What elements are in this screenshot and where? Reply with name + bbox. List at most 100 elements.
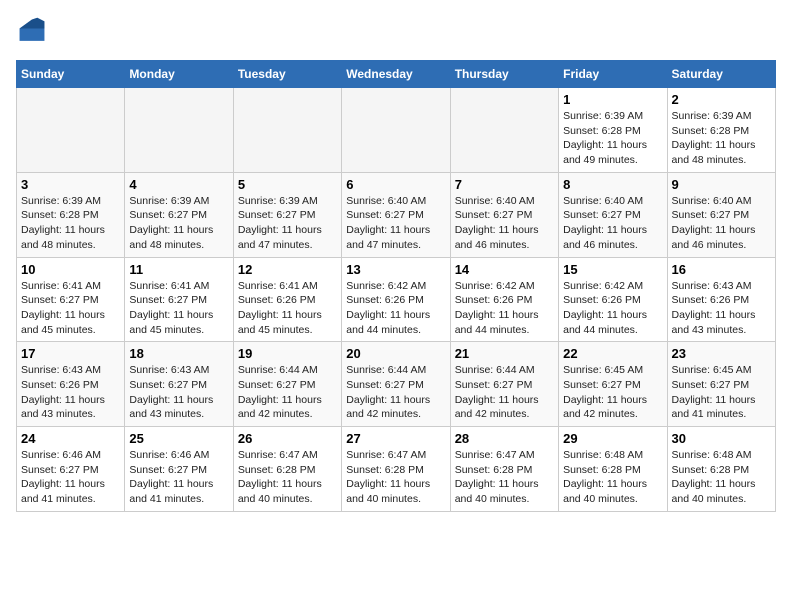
calendar-cell: 19 Sunrise: 6:44 AM Sunset: 6:27 PM Dayli… [233, 342, 341, 427]
calendar-cell: 8 Sunrise: 6:40 AM Sunset: 6:27 PM Daylig… [559, 172, 667, 257]
calendar-cell [342, 88, 450, 173]
calendar-cell: 10 Sunrise: 6:41 AM Sunset: 6:27 PM Dayli… [17, 257, 125, 342]
col-header-tuesday: Tuesday [233, 61, 341, 88]
day-info: Sunrise: 6:47 AM Sunset: 6:28 PM Dayligh… [238, 448, 337, 507]
calendar-cell: 7 Sunrise: 6:40 AM Sunset: 6:27 PM Daylig… [450, 172, 558, 257]
day-number: 29 [563, 431, 662, 446]
day-number: 22 [563, 346, 662, 361]
day-info: Sunrise: 6:42 AM Sunset: 6:26 PM Dayligh… [346, 279, 445, 338]
calendar-cell: 29 Sunrise: 6:48 AM Sunset: 6:28 PM Dayli… [559, 427, 667, 512]
day-number: 15 [563, 262, 662, 277]
day-info: Sunrise: 6:46 AM Sunset: 6:27 PM Dayligh… [129, 448, 228, 507]
calendar-table: SundayMondayTuesdayWednesdayThursdayFrid… [16, 60, 776, 512]
calendar-cell: 5 Sunrise: 6:39 AM Sunset: 6:27 PM Daylig… [233, 172, 341, 257]
day-info: Sunrise: 6:45 AM Sunset: 6:27 PM Dayligh… [563, 363, 662, 422]
day-number: 8 [563, 177, 662, 192]
day-number: 11 [129, 262, 228, 277]
day-info: Sunrise: 6:46 AM Sunset: 6:27 PM Dayligh… [21, 448, 120, 507]
calendar-cell: 20 Sunrise: 6:44 AM Sunset: 6:27 PM Dayli… [342, 342, 450, 427]
calendar-cell: 30 Sunrise: 6:48 AM Sunset: 6:28 PM Dayli… [667, 427, 775, 512]
day-number: 18 [129, 346, 228, 361]
calendar-cell [125, 88, 233, 173]
day-number: 12 [238, 262, 337, 277]
day-info: Sunrise: 6:39 AM Sunset: 6:27 PM Dayligh… [238, 194, 337, 253]
day-info: Sunrise: 6:44 AM Sunset: 6:27 PM Dayligh… [346, 363, 445, 422]
col-header-friday: Friday [559, 61, 667, 88]
day-number: 6 [346, 177, 445, 192]
day-info: Sunrise: 6:48 AM Sunset: 6:28 PM Dayligh… [563, 448, 662, 507]
day-info: Sunrise: 6:43 AM Sunset: 6:26 PM Dayligh… [672, 279, 771, 338]
calendar-cell: 1Sunrise: 6:39 AM Sunset: 6:28 PM Daylig… [559, 88, 667, 173]
calendar-cell [450, 88, 558, 173]
col-header-wednesday: Wednesday [342, 61, 450, 88]
day-number: 4 [129, 177, 228, 192]
day-info: Sunrise: 6:42 AM Sunset: 6:26 PM Dayligh… [563, 279, 662, 338]
calendar-cell: 28Sunrise: 6:47 AM Sunset: 6:28 PM Dayli… [450, 427, 558, 512]
day-number: 27 [346, 431, 445, 446]
day-number: 25 [129, 431, 228, 446]
logo [16, 16, 52, 48]
calendar-cell: 9 Sunrise: 6:40 AM Sunset: 6:27 PM Daylig… [667, 172, 775, 257]
day-info: Sunrise: 6:48 AM Sunset: 6:28 PM Dayligh… [672, 448, 771, 507]
calendar-cell: 3 Sunrise: 6:39 AM Sunset: 6:28 PM Daylig… [17, 172, 125, 257]
calendar-cell: 22 Sunrise: 6:45 AM Sunset: 6:27 PM Dayli… [559, 342, 667, 427]
day-info: Sunrise: 6:47 AM Sunset: 6:28 PM Dayligh… [455, 448, 554, 507]
day-number: 9 [672, 177, 771, 192]
day-number: 3 [21, 177, 120, 192]
day-number: 10 [21, 262, 120, 277]
calendar-cell: 12 Sunrise: 6:41 AM Sunset: 6:26 PM Dayli… [233, 257, 341, 342]
col-header-thursday: Thursday [450, 61, 558, 88]
day-info: Sunrise: 6:45 AM Sunset: 6:27 PM Dayligh… [672, 363, 771, 422]
day-info: Sunrise: 6:43 AM Sunset: 6:26 PM Dayligh… [21, 363, 120, 422]
day-info: Sunrise: 6:40 AM Sunset: 6:27 PM Dayligh… [563, 194, 662, 253]
calendar-cell: 6 Sunrise: 6:40 AM Sunset: 6:27 PM Daylig… [342, 172, 450, 257]
calendar-cell: 2 Sunrise: 6:39 AM Sunset: 6:28 PM Daylig… [667, 88, 775, 173]
day-number: 2 [672, 92, 771, 107]
day-info: Sunrise: 6:40 AM Sunset: 6:27 PM Dayligh… [455, 194, 554, 253]
day-info: Sunrise: 6:39 AM Sunset: 6:28 PM Dayligh… [672, 109, 771, 168]
col-header-monday: Monday [125, 61, 233, 88]
day-number: 14 [455, 262, 554, 277]
calendar-cell: 25 Sunrise: 6:46 AM Sunset: 6:27 PM Dayli… [125, 427, 233, 512]
calendar-cell: 16 Sunrise: 6:43 AM Sunset: 6:26 PM Dayli… [667, 257, 775, 342]
calendar-cell: 23 Sunrise: 6:45 AM Sunset: 6:27 PM Dayli… [667, 342, 775, 427]
day-info: Sunrise: 6:47 AM Sunset: 6:28 PM Dayligh… [346, 448, 445, 507]
day-number: 7 [455, 177, 554, 192]
day-info: Sunrise: 6:41 AM Sunset: 6:27 PM Dayligh… [21, 279, 120, 338]
calendar-cell: 21 Sunrise: 6:44 AM Sunset: 6:27 PM Dayli… [450, 342, 558, 427]
calendar-cell: 26 Sunrise: 6:47 AM Sunset: 6:28 PM Dayli… [233, 427, 341, 512]
calendar-cell: 24Sunrise: 6:46 AM Sunset: 6:27 PM Dayli… [17, 427, 125, 512]
day-info: Sunrise: 6:39 AM Sunset: 6:27 PM Dayligh… [129, 194, 228, 253]
day-number: 20 [346, 346, 445, 361]
calendar-cell [233, 88, 341, 173]
day-number: 5 [238, 177, 337, 192]
calendar-cell: 27 Sunrise: 6:47 AM Sunset: 6:28 PM Dayli… [342, 427, 450, 512]
calendar-cell: 14Sunrise: 6:42 AM Sunset: 6:26 PM Dayli… [450, 257, 558, 342]
calendar-cell: 17 Sunrise: 6:43 AM Sunset: 6:26 PM Dayli… [17, 342, 125, 427]
calendar-cell: 18 Sunrise: 6:43 AM Sunset: 6:27 PM Dayli… [125, 342, 233, 427]
day-number: 16 [672, 262, 771, 277]
day-number: 30 [672, 431, 771, 446]
day-info: Sunrise: 6:44 AM Sunset: 6:27 PM Dayligh… [238, 363, 337, 422]
day-info: Sunrise: 6:44 AM Sunset: 6:27 PM Dayligh… [455, 363, 554, 422]
day-info: Sunrise: 6:43 AM Sunset: 6:27 PM Dayligh… [129, 363, 228, 422]
day-info: Sunrise: 6:40 AM Sunset: 6:27 PM Dayligh… [346, 194, 445, 253]
day-info: Sunrise: 6:41 AM Sunset: 6:26 PM Dayligh… [238, 279, 337, 338]
day-info: Sunrise: 6:41 AM Sunset: 6:27 PM Dayligh… [129, 279, 228, 338]
day-number: 13 [346, 262, 445, 277]
calendar-cell: 4 Sunrise: 6:39 AM Sunset: 6:27 PM Daylig… [125, 172, 233, 257]
day-info: Sunrise: 6:40 AM Sunset: 6:27 PM Dayligh… [672, 194, 771, 253]
day-number: 19 [238, 346, 337, 361]
day-info: Sunrise: 6:39 AM Sunset: 6:28 PM Dayligh… [21, 194, 120, 253]
calendar-cell: 15 Sunrise: 6:42 AM Sunset: 6:26 PM Dayli… [559, 257, 667, 342]
page-header [16, 16, 776, 48]
logo-icon [16, 16, 48, 48]
day-number: 23 [672, 346, 771, 361]
day-number: 21 [455, 346, 554, 361]
col-header-sunday: Sunday [17, 61, 125, 88]
calendar-cell: 13 Sunrise: 6:42 AM Sunset: 6:26 PM Dayli… [342, 257, 450, 342]
day-number: 17 [21, 346, 120, 361]
col-header-saturday: Saturday [667, 61, 775, 88]
day-info: Sunrise: 6:39 AM Sunset: 6:28 PM Dayligh… [563, 109, 662, 168]
day-number: 26 [238, 431, 337, 446]
